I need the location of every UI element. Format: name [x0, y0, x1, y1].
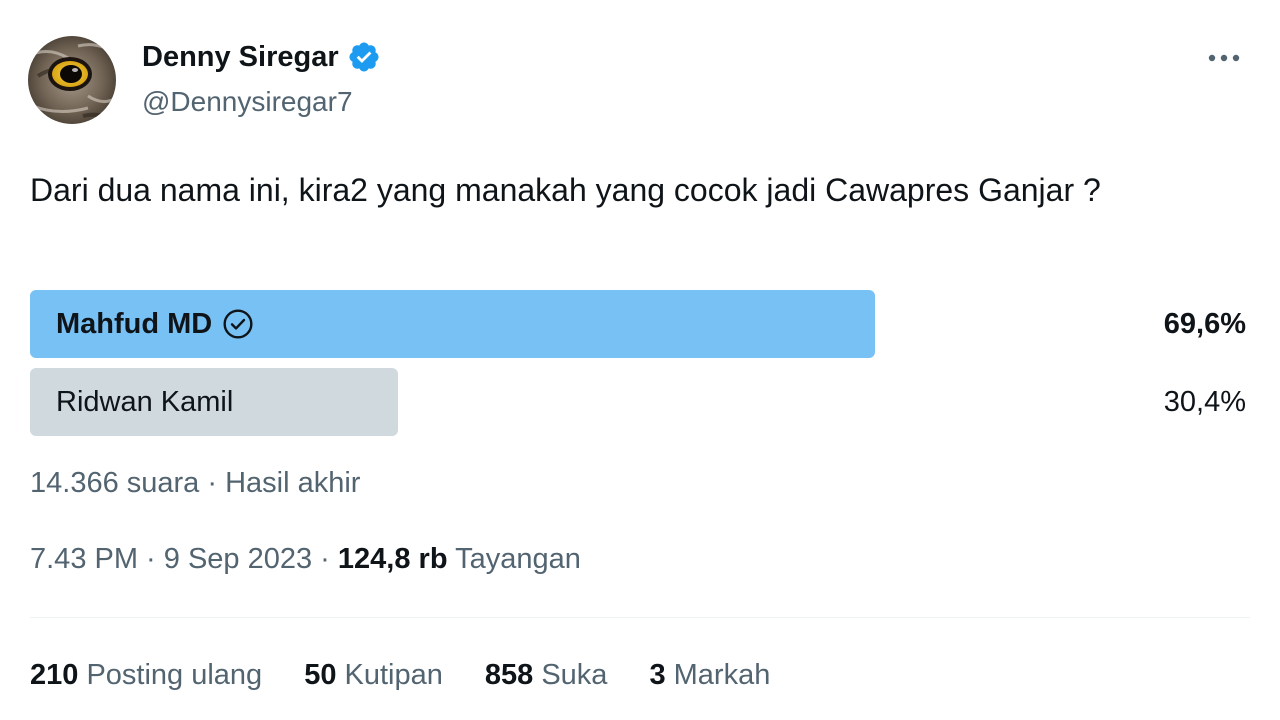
- poll-option-percent: 69,6%: [1163, 307, 1246, 340]
- quotes-stat[interactable]: 50 Kutipan: [304, 656, 443, 694]
- likes-label: Suka: [533, 659, 608, 691]
- bookmarks-stat[interactable]: 3 Markah: [649, 656, 770, 694]
- views-label: Tayangan: [447, 543, 581, 575]
- reposts-stat[interactable]: 210 Posting ulang: [30, 656, 262, 694]
- likes-count: 858: [484, 659, 534, 691]
- tweet-card: Denny Siregar @Dennysiregar7 Dari dua na…: [0, 0, 1280, 720]
- poll-option-percent: 30,4%: [1163, 385, 1246, 418]
- time-date-link[interactable]: 7.43 PM · 9 Sep 2023 ·: [30, 543, 338, 575]
- poll-meta: 14.366 suara · Hasil akhir: [30, 467, 361, 499]
- author-name-text: Denny Siregar: [142, 41, 339, 73]
- poll-option-label-row: Mahfud MD: [56, 290, 254, 358]
- poll-option-label: Ridwan Kamil: [56, 385, 234, 418]
- poll-option-label-row: Ridwan Kamil: [56, 368, 233, 436]
- reposts-label: Posting ulang: [78, 659, 263, 691]
- reposts-count: 210: [30, 659, 79, 691]
- tweet-timestamp: 7.43 PM · 9 Sep 2023 · 124,8 rb Tayangan: [30, 540, 581, 578]
- views-count: 124,8 rb: [337, 543, 448, 575]
- quotes-label: Kutipan: [336, 659, 443, 691]
- author-handle[interactable]: @Dennysiregar7: [142, 84, 353, 120]
- likes-stat[interactable]: 858 Suka: [485, 656, 608, 694]
- poll-option-mahfud: Mahfud MD 69,6%: [30, 290, 1250, 358]
- bookmarks-label: Markah: [665, 659, 771, 691]
- engagement-stats: 210 Posting ulang 50 Kutipan 858 Suka 3 …: [30, 656, 812, 694]
- avatar[interactable]: [28, 36, 116, 124]
- poll-option-label: Mahfud MD: [56, 307, 213, 340]
- bookmarks-count: 3: [649, 659, 666, 691]
- divider: [30, 617, 1250, 618]
- verified-badge-icon[interactable]: [347, 40, 381, 74]
- check-circle-icon: [222, 308, 254, 340]
- poll-option-ridwan: Ridwan Kamil 30,4%: [30, 368, 1250, 436]
- more-horizontal-icon[interactable]: [1196, 40, 1252, 76]
- owl-eye-avatar-icon: [28, 36, 116, 124]
- author-display-name[interactable]: Denny Siregar: [142, 38, 381, 76]
- quotes-count: 50: [304, 659, 337, 691]
- tweet-text: Dari dua nama ini, kira2 yang manakah ya…: [30, 172, 1101, 208]
